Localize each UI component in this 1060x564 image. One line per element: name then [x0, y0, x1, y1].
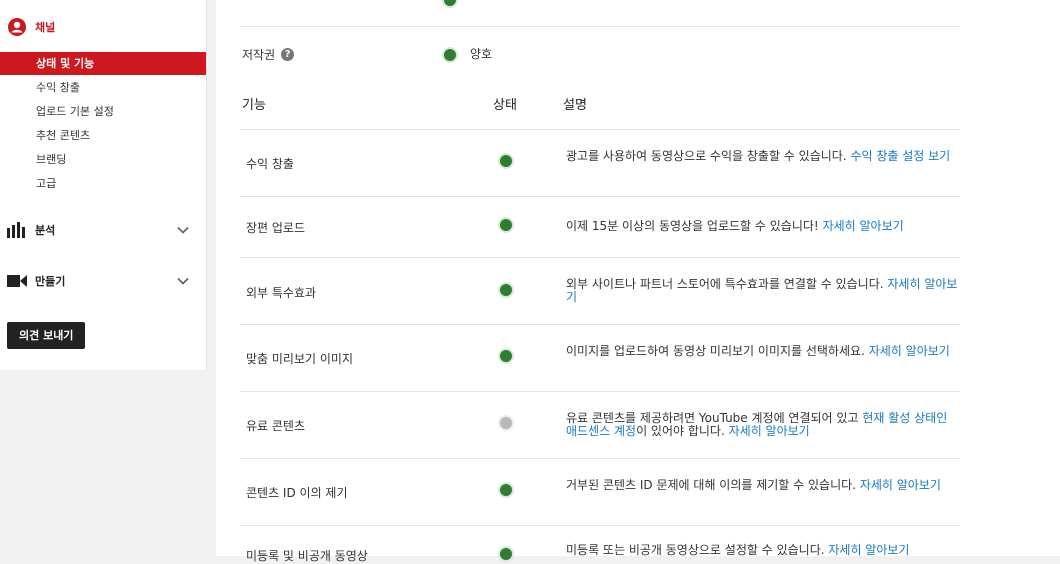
- row-divider: [240, 196, 960, 197]
- status-dot: [500, 284, 512, 296]
- main-content: 저작권 ? 양호 기능 상태 설명 수익 창출 광고를 사용하여 동영상으로 수…: [216, 0, 1060, 563]
- sidebar-section-create[interactable]: 만들기: [0, 266, 206, 296]
- learn-more-link[interactable]: 자세히 알아보기: [869, 344, 950, 358]
- header-description: 설명: [563, 98, 587, 113]
- feature-name: 유료 콘텐츠: [246, 419, 306, 433]
- copyright-status: 양호: [470, 47, 493, 61]
- feature-description: 미등록 또는 비공개 동영상으로 설정할 수 있습니다. 자세히 알아보기: [566, 544, 962, 557]
- sidebar-item-status-features[interactable]: 상태 및 기능: [0, 52, 206, 75]
- feature-description: 거부된 콘텐츠 ID 문제에 대해 이의를 제기할 수 있습니다. 자세히 알아…: [566, 479, 962, 492]
- description-text: 외부 사이트나 파트너 스토어에 특수효과를 연결할 수 있습니다.: [566, 277, 884, 291]
- monetization-settings-link[interactable]: 수익 창출 설정 보기: [850, 149, 950, 163]
- row-divider: [240, 458, 960, 459]
- send-feedback-button[interactable]: 의견 보내기: [7, 322, 86, 349]
- status-dot: [500, 484, 512, 496]
- learn-more-link[interactable]: 자세히 알아보기: [823, 219, 904, 233]
- row-divider: [240, 257, 960, 258]
- sidebar-item-upload-defaults[interactable]: 업로드 기본 설정: [0, 100, 206, 123]
- bar-chart-icon: [7, 222, 25, 238]
- feature-name: 콘텐츠 ID 이의 제기: [246, 486, 348, 500]
- feature-name: 외부 특수효과: [246, 286, 317, 300]
- description-text: 이 있어야 합니다.: [636, 424, 725, 438]
- header-feature: 기능: [242, 98, 266, 113]
- row-divider: [240, 391, 960, 392]
- status-dot: [500, 219, 512, 231]
- video-camera-icon: [7, 275, 27, 287]
- sidebar-section-channel[interactable]: 채널: [0, 12, 206, 42]
- header-status: 상태: [493, 98, 517, 113]
- feature-description: 이미지를 업로드하여 동영상 미리보기 이미지를 선택하세요. 자세히 알아보기: [566, 345, 962, 358]
- sidebar-create-label: 만들기: [35, 275, 66, 288]
- header-divider: [240, 129, 960, 130]
- feature-name: 장편 업로드: [246, 221, 306, 235]
- feature-description: 외부 사이트나 파트너 스토어에 특수효과를 연결할 수 있습니다. 자세히 알…: [566, 278, 962, 304]
- copyright-status-dot: [444, 49, 456, 61]
- learn-more-link[interactable]: 자세히 알아보기: [860, 478, 941, 492]
- feature-name: 수익 창출: [246, 157, 294, 171]
- row-divider: [240, 26, 960, 27]
- chevron-down-icon: [177, 226, 189, 234]
- status-dot: [444, 0, 456, 6]
- sidebar-item-advanced[interactable]: 고급: [0, 172, 206, 195]
- copyright-label: 저작권: [242, 48, 276, 62]
- description-text: 이미지를 업로드하여 동영상 미리보기 이미지를 선택하세요.: [566, 344, 865, 358]
- sidebar-item-featured-content[interactable]: 추천 콘텐츠: [0, 124, 206, 147]
- chevron-down-icon: [177, 277, 189, 285]
- feature-description: 유료 콘텐츠를 제공하려면 YouTube 계정에 연결되어 있고 현재 활성 …: [566, 412, 962, 438]
- sidebar-item-monetization[interactable]: 수익 창출: [0, 76, 206, 99]
- learn-more-link[interactable]: 자세히 알아보기: [729, 424, 810, 438]
- row-divider: [240, 525, 960, 526]
- help-icon[interactable]: ?: [281, 48, 295, 61]
- description-text: 이제 15분 이상의 동영상을 업로드할 수 있습니다!: [566, 219, 819, 233]
- row-divider: [240, 324, 960, 325]
- status-dot: [500, 548, 512, 560]
- sidebar-item-branding[interactable]: 브랜딩: [0, 148, 206, 171]
- account-icon: [8, 18, 26, 36]
- copyright-row: 저작권 ?: [242, 46, 295, 63]
- sidebar-channel-label: 채널: [35, 21, 56, 34]
- sidebar-section-analytics[interactable]: 분석: [0, 215, 206, 245]
- description-text: 유료 콘텐츠를 제공하려면 YouTube 계정에 연결되어 있고: [566, 411, 859, 425]
- feature-name: 맞춤 미리보기 이미지: [246, 352, 353, 366]
- description-text: 광고를 사용하여 동영상으로 수익을 창출할 수 있습니다.: [566, 149, 847, 163]
- description-text: 미등록 또는 비공개 동영상으로 설정할 수 있습니다.: [566, 543, 825, 557]
- status-dot-inactive: [500, 417, 512, 429]
- feature-description: 광고를 사용하여 동영상으로 수익을 창출할 수 있습니다. 수익 창출 설정 …: [566, 150, 962, 163]
- sidebar: 채널 상태 및 기능 수익 창출 업로드 기본 설정 추천 콘텐츠 브랜딩 고급…: [0, 0, 207, 370]
- feature-description: 이제 15분 이상의 동영상을 업로드할 수 있습니다! 자세히 알아보기: [566, 220, 962, 233]
- status-dot: [500, 155, 512, 167]
- description-text: 거부된 콘텐츠 ID 문제에 대해 이의를 제기할 수 있습니다.: [566, 478, 856, 492]
- sidebar-analytics-label: 분석: [35, 224, 56, 237]
- status-dot: [500, 350, 512, 362]
- learn-more-link[interactable]: 자세히 알아보기: [828, 543, 909, 557]
